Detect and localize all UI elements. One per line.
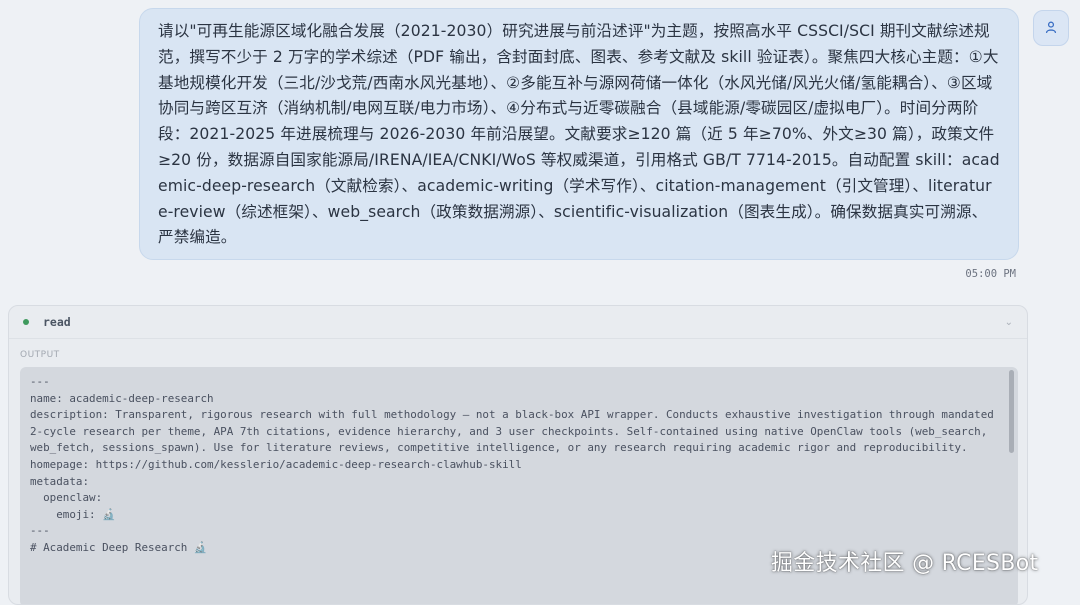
tool-call-header[interactable]: read ⌄ <box>9 306 1027 339</box>
message-timestamp: 05:00 PM <box>965 268 1016 280</box>
output-line: --- <box>30 375 50 388</box>
user-message-bubble: 请以"可再生能源区域化融合发展（2021-2030）研究进展与前沿述评"为主题，… <box>139 8 1019 260</box>
tool-name: read <box>43 315 71 329</box>
user-message-text: 请以"可再生能源区域化融合发展（2021-2030）研究进展与前沿述评"为主题，… <box>158 22 1000 247</box>
output-line: name: academic-deep-research <box>30 391 214 405</box>
user-icon <box>1044 19 1058 38</box>
output-line: --- <box>30 524 50 538</box>
status-dot-icon <box>23 319 29 325</box>
output-scrollbar[interactable] <box>1009 370 1014 453</box>
chevron-down-icon[interactable]: ⌄ <box>1005 317 1013 328</box>
watermark: 掘金技术社区 @ RCESBot <box>771 551 1039 576</box>
output-line: emoji: 🔬 <box>30 507 116 521</box>
output-line: homepage: https://github.com/kesslerio/a… <box>30 457 522 471</box>
output-label: OUTPUT <box>20 350 60 360</box>
output-line: metadata: <box>30 474 90 488</box>
output-line: description: Transparent, rigorous resea… <box>30 408 1001 455</box>
output-line: openclaw: <box>30 491 103 505</box>
user-avatar[interactable] <box>1033 10 1069 46</box>
